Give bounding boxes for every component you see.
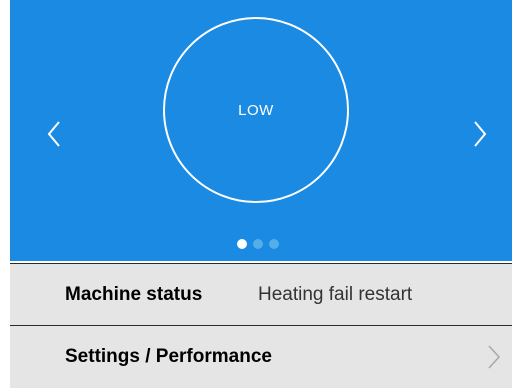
page-dot-1[interactable]	[237, 239, 247, 249]
mode-label: LOW	[238, 101, 274, 119]
machine-screen: LOW Machine status Heating fail restart …	[0, 0, 512, 388]
machine-status-value: Heating fail restart	[258, 283, 413, 305]
page-dot-2[interactable]	[253, 239, 263, 249]
settings-performance-label: Settings / Performance	[65, 346, 272, 367]
settings-performance-row[interactable]: Settings / Performance	[10, 326, 512, 388]
previous-mode-button[interactable]	[41, 114, 67, 154]
mode-carousel: LOW	[10, 0, 512, 261]
next-mode-button[interactable]	[467, 114, 493, 154]
page-indicator	[237, 239, 279, 249]
page-dot-3[interactable]	[269, 239, 279, 249]
machine-status-row: Machine status Heating fail restart	[10, 263, 512, 326]
machine-status-label: Machine status	[65, 283, 203, 305]
mode-dial[interactable]: LOW	[163, 17, 349, 203]
chevron-right-icon	[474, 121, 487, 147]
chevron-right-icon	[488, 345, 500, 369]
chevron-left-icon	[47, 121, 60, 147]
